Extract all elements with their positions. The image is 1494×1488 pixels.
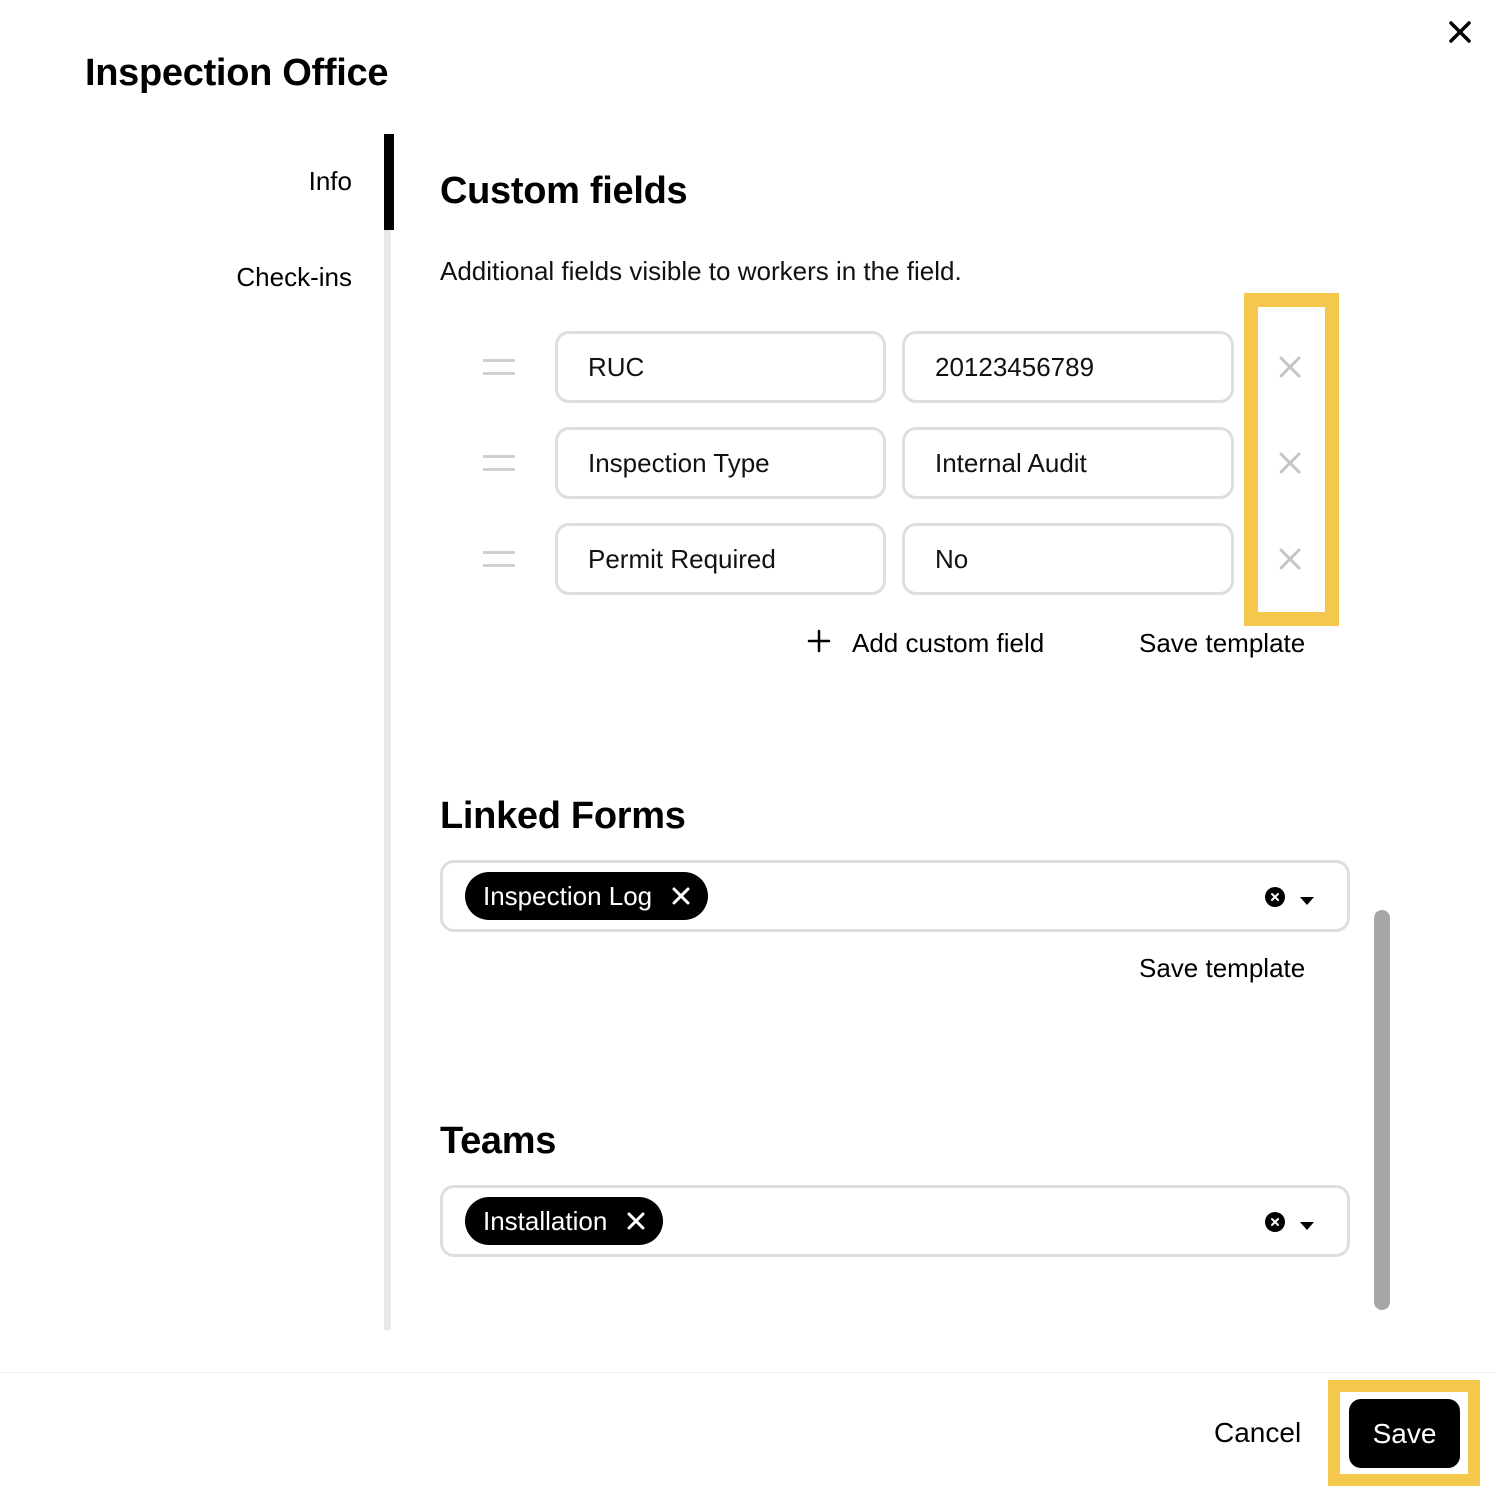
teams-select[interactable]: Installation (440, 1185, 1350, 1257)
chevron-down-icon[interactable] (1299, 1218, 1315, 1230)
selected-chip: Installation (465, 1197, 664, 1245)
dialog-title: Inspection Office (85, 52, 389, 94)
save-template-button[interactable]: Save template (1139, 628, 1305, 659)
custom-field-value-input[interactable] (902, 427, 1234, 499)
close-icon[interactable] (1442, 14, 1478, 50)
custom-field-name-input[interactable] (555, 523, 886, 595)
chip-label: Installation (483, 1205, 608, 1236)
selected-chip: Inspection Log (465, 872, 709, 920)
scrollbar-thumb[interactable] (1374, 910, 1390, 1310)
chip-remove-icon[interactable] (625, 1210, 647, 1232)
linked-forms-select[interactable]: Inspection Log (440, 860, 1350, 932)
drag-handle-icon[interactable] (483, 359, 515, 375)
remove-field-icon[interactable] (1272, 445, 1308, 481)
nav-item-check-ins[interactable]: Check-ins (236, 262, 352, 293)
chevron-down-icon[interactable] (1299, 893, 1315, 905)
add-custom-field-button[interactable]: Add custom field (852, 628, 1044, 659)
nav-active-indicator (384, 134, 394, 230)
clear-selection-icon[interactable] (1265, 1212, 1285, 1232)
custom-field-value-input[interactable] (902, 523, 1234, 595)
nav-track (384, 134, 391, 1330)
drag-handle-icon[interactable] (483, 455, 515, 471)
custom-fields-title: Custom fields (440, 170, 688, 212)
custom-field-name-input[interactable] (555, 331, 886, 403)
remove-field-icon[interactable] (1272, 541, 1308, 577)
custom-field-value-input[interactable] (902, 331, 1234, 403)
plus-icon[interactable] (806, 628, 832, 654)
linked-forms-title: Linked Forms (440, 795, 686, 837)
chip-remove-icon[interactable] (670, 885, 692, 907)
drag-handle-icon[interactable] (483, 551, 515, 567)
chip-label: Inspection Log (483, 880, 653, 911)
footer-divider (0, 1372, 1494, 1373)
save-button[interactable]: Save (1349, 1399, 1460, 1468)
remove-field-icon[interactable] (1272, 349, 1308, 385)
custom-fields-description: Additional fields visible to workers in … (440, 256, 962, 286)
save-template-button[interactable]: Save template (1139, 953, 1305, 984)
teams-title: Teams (440, 1120, 557, 1162)
custom-field-name-input[interactable] (555, 427, 886, 499)
nav-item-info[interactable]: Info (309, 166, 352, 197)
clear-selection-icon[interactable] (1265, 887, 1285, 907)
cancel-button[interactable]: Cancel (1214, 1417, 1301, 1449)
